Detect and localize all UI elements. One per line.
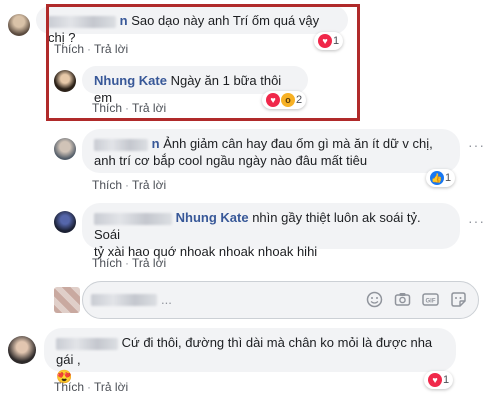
reaction-count: 1 xyxy=(443,374,450,386)
reply-link[interactable]: Trả lời xyxy=(132,256,166,270)
gif-icon[interactable]: GIF xyxy=(422,291,439,308)
like-link[interactable]: Thích xyxy=(92,178,122,192)
like-reaction-icon: 👍 xyxy=(430,171,444,185)
tagged-user[interactable]: Nhung Kate xyxy=(176,210,249,225)
comment-actions: Thích · Trả lời xyxy=(54,380,128,394)
comment-text-line1: Ảnh giảm cân hay đau ốm gì mà ăn ít dữ v… xyxy=(163,136,433,151)
smiley-icon[interactable] xyxy=(366,291,383,308)
separator-dot: · xyxy=(125,178,130,192)
like-link[interactable]: Thích xyxy=(92,256,122,270)
current-user-avatar xyxy=(54,287,80,313)
separator-dot: · xyxy=(87,380,92,394)
author-name-tail[interactable]: n xyxy=(152,136,160,151)
camera-icon[interactable] xyxy=(394,291,411,308)
reaction-summary[interactable]: 👍 1 xyxy=(426,169,456,187)
avatar[interactable] xyxy=(8,14,30,36)
like-link[interactable]: Thích xyxy=(54,380,84,394)
blurred-author-name xyxy=(56,337,118,350)
reaction-count: 1 xyxy=(445,172,452,184)
reply-link[interactable]: Trả lời xyxy=(132,178,166,192)
reaction-summary[interactable]: ♥ 1 xyxy=(424,371,454,389)
input-placeholder: ... xyxy=(161,292,172,307)
avatar[interactable] xyxy=(8,336,36,364)
blurred-author-name xyxy=(94,212,172,225)
comment-bubble: Cứ đi thôi, đường thì dài mà chân ko mỏi… xyxy=(44,328,456,384)
avatar[interactable] xyxy=(54,211,76,233)
avatar[interactable] xyxy=(54,138,76,160)
sticker-icon[interactable] xyxy=(450,291,467,308)
comment-text-line2: anh trí cơ bắp cool ngầu ngày nào đâu mấ… xyxy=(94,153,368,168)
heart-reaction-icon: ♥ xyxy=(428,373,442,387)
reply-link[interactable]: Trả lời xyxy=(94,380,128,394)
svg-text:GIF: GIF xyxy=(426,299,436,305)
highlight-box xyxy=(46,4,360,121)
comment-actions: Thích · Trả lời xyxy=(92,256,166,270)
comment-bubble: n Ảnh giảm cân hay đau ốm gì mà ăn ít dữ… xyxy=(82,129,460,173)
reply-input[interactable]: ... GIF xyxy=(82,281,479,319)
more-options-icon[interactable]: ··· xyxy=(468,137,485,153)
comment-bubble: Nhung Kate nhìn gầy thiệt luôn ak soái t… xyxy=(82,203,460,259)
more-options-icon[interactable]: ··· xyxy=(468,213,485,229)
blurred-author-name xyxy=(94,138,148,151)
separator-dot: · xyxy=(125,256,130,270)
comment-actions: Thích · Trả lời xyxy=(92,178,166,192)
blurred-mention xyxy=(91,294,157,306)
